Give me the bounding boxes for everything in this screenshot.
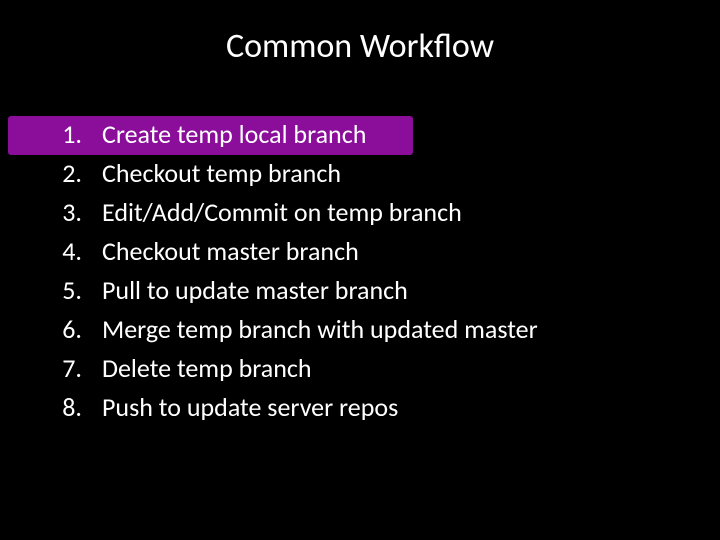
- list-item: 6. Merge temp branch with updated master: [40, 310, 680, 349]
- list-item: 7. Delete temp branch: [40, 349, 680, 388]
- list-item: 3. Edit/Add/Commit on temp branch: [40, 193, 680, 232]
- item-text: Create temp local branch: [90, 115, 680, 154]
- item-text: Checkout master branch: [90, 232, 680, 271]
- item-text: Delete temp branch: [90, 349, 680, 388]
- item-text: Checkout temp branch: [90, 154, 680, 193]
- list-item: 2. Checkout temp branch: [40, 154, 680, 193]
- slide: Common Workflow 1. Create temp local bra…: [0, 0, 720, 540]
- item-number: 2.: [40, 154, 90, 193]
- list-item: 4. Checkout master branch: [40, 232, 680, 271]
- item-text: Edit/Add/Commit on temp branch: [90, 193, 680, 232]
- item-text: Pull to update master branch: [90, 271, 680, 310]
- item-number: 8.: [40, 388, 90, 427]
- slide-title: Common Workflow: [0, 26, 720, 67]
- item-text: Merge temp branch with updated master: [90, 310, 680, 349]
- item-number: 7.: [40, 349, 90, 388]
- item-number: 6.: [40, 310, 90, 349]
- list-item: 8. Push to update server repos: [40, 388, 680, 427]
- item-number: 5.: [40, 271, 90, 310]
- workflow-list: 1. Create temp local branch 2. Checkout …: [40, 115, 680, 427]
- list-item: 1. Create temp local branch: [40, 115, 680, 154]
- item-number: 1.: [40, 115, 90, 154]
- item-number: 3.: [40, 193, 90, 232]
- list-item: 5. Pull to update master branch: [40, 271, 680, 310]
- item-number: 4.: [40, 232, 90, 271]
- item-text: Push to update server repos: [90, 388, 680, 427]
